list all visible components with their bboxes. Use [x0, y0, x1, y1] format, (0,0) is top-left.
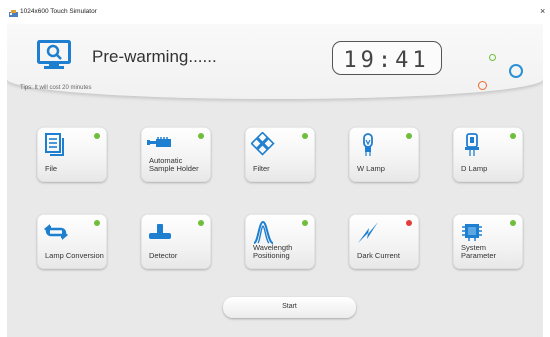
decor-circle-orange: [478, 81, 487, 90]
status-dot: [302, 220, 308, 226]
window-title: 1024x600 Touch Simulator: [20, 8, 97, 15]
status-title: Pre-warming......: [92, 47, 217, 66]
monitor-search-icon: [37, 40, 71, 69]
status-dot: [510, 220, 516, 226]
tile-lamp-conversion[interactable]: Lamp Conversion: [37, 214, 107, 269]
status-dot: [198, 133, 204, 139]
tile-label: Automatic Sample Holder: [149, 156, 199, 173]
tile-label: Dark Current: [357, 251, 400, 260]
clock-display: 19:41: [332, 41, 442, 75]
tile-detector[interactable]: Detector: [141, 214, 211, 269]
w-lamp-icon: [363, 133, 373, 156]
tile-file[interactable]: File: [37, 127, 107, 182]
status-dot: [198, 220, 204, 226]
clock-time: 19:41: [343, 48, 430, 73]
tile-system-parameter[interactable]: System Parameter: [453, 214, 523, 269]
tile-label: W Lamp: [357, 164, 385, 173]
tile-label: D Lamp: [461, 164, 488, 173]
tile-label: System Parameter: [461, 243, 497, 260]
tile-label: Detector: [149, 251, 178, 260]
wavelength-peak-icon: [253, 220, 274, 244]
tile-label: File: [45, 164, 58, 173]
detector-icon: [149, 224, 171, 239]
swap-arrows-icon: [44, 224, 68, 240]
tile-wavelength-positioning[interactable]: Wavelength Positioning: [245, 214, 315, 269]
status-dot: [302, 133, 308, 139]
d-lamp-icon: [465, 133, 479, 156]
main-panel: Pre-warming...... Tips: It will cost 20 …: [7, 24, 543, 337]
title-bar: 1024x600 Touch Simulator ×: [0, 0, 550, 24]
tile-dark-current[interactable]: Dark Current: [349, 214, 419, 269]
start-button-label: Start: [282, 303, 297, 310]
start-button[interactable]: Start: [223, 297, 356, 318]
tile-label: Wavelength Positioning: [253, 243, 293, 260]
filter-wheel-icon: [251, 132, 275, 156]
sample-holder-icon: [147, 137, 171, 147]
app-icon: [9, 10, 18, 17]
status-dot: [94, 220, 100, 226]
chip-icon: [462, 224, 482, 241]
tile-automatic-sample-holder[interactable]: Automatic Sample Holder: [141, 127, 211, 182]
document-stack-icon: [45, 133, 64, 156]
tips-text: Tips: It will cost 20 minutes: [20, 85, 92, 91]
status-dot: [406, 133, 412, 139]
close-button[interactable]: ×: [540, 7, 545, 16]
status-dot: [406, 220, 412, 226]
status-dot: [510, 133, 516, 139]
decor-circle-blue: [509, 64, 523, 78]
status-header: Pre-warming...... Tips: It will cost 20 …: [7, 24, 543, 99]
status-dot: [94, 133, 100, 139]
tile-w-lamp[interactable]: W Lamp: [349, 127, 419, 182]
tile-label: Lamp Conversion: [45, 251, 104, 260]
decor-circle-green: [489, 54, 496, 61]
tile-filter[interactable]: Filter: [245, 127, 315, 182]
tile-label: Filter: [253, 164, 270, 173]
tile-d-lamp[interactable]: D Lamp: [453, 127, 523, 182]
lightning-icon: [358, 222, 378, 243]
